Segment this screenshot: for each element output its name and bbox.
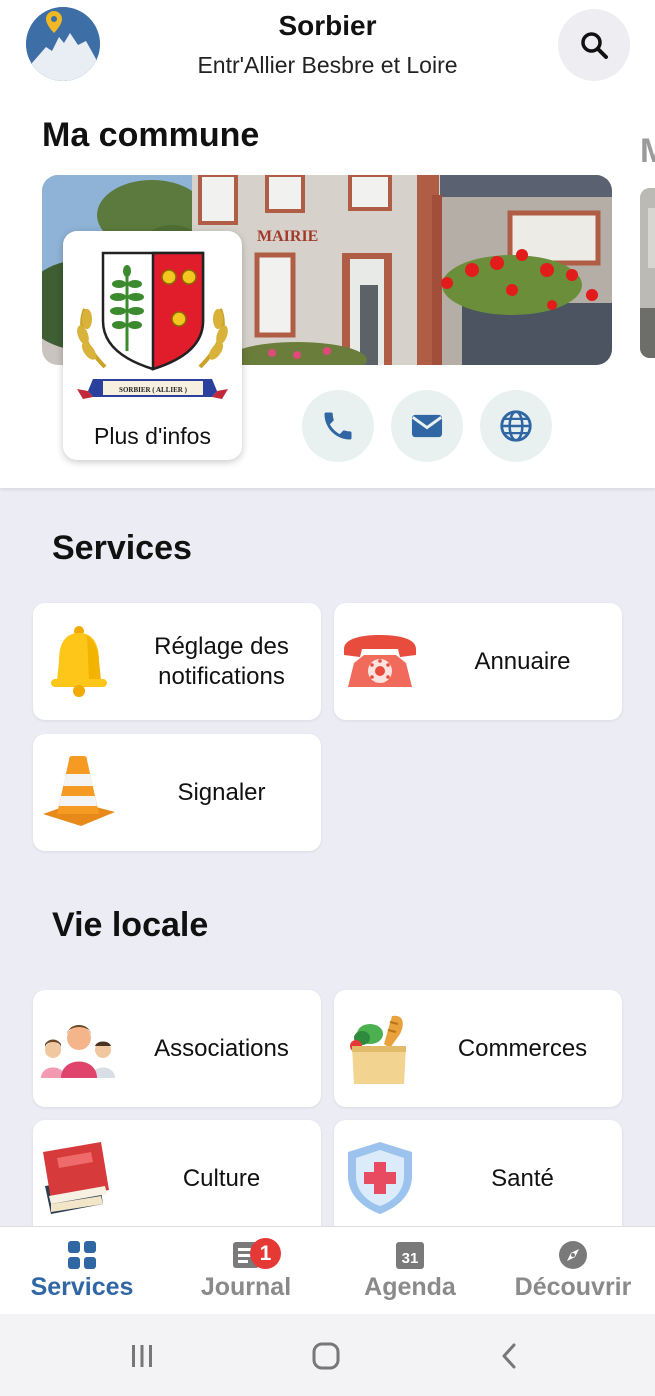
journal-unread-badge: 1 (250, 1238, 281, 1269)
grocery-bag-icon (350, 1015, 406, 1084)
recent-apps-icon (132, 1345, 152, 1367)
tile-label: Signaler (177, 778, 266, 806)
crest-motto: SORBIER ( ALLIER ) (119, 386, 188, 394)
nav-label: Agenda (364, 1273, 456, 1301)
website-button[interactable] (480, 390, 552, 462)
tile-directory[interactable]: Annuaire (334, 603, 622, 720)
recent-apps-button[interactable] (122, 1336, 162, 1376)
tile-label: Santé (491, 1164, 554, 1192)
tile-label: Commerces (457, 1034, 588, 1062)
call-button[interactable] (302, 390, 374, 462)
mairie-sign: MAIRIE (257, 228, 318, 245)
nav-label: Découvrir (514, 1273, 632, 1301)
tile-culture[interactable]: Culture (33, 1120, 321, 1237)
app-title: Sorbier (278, 10, 377, 41)
tile-label: Annuaire (474, 647, 571, 675)
grid-icon (68, 1241, 96, 1269)
tile-health[interactable]: Santé (334, 1120, 622, 1237)
nav-label: Journal (200, 1273, 292, 1301)
more-info-label: Plus d'infos (94, 423, 211, 449)
more-info-card[interactable]: SORBIER ( ALLIER ) Plus d'infos (63, 231, 242, 460)
back-button[interactable] (490, 1336, 530, 1376)
books-icon (43, 1142, 109, 1214)
section-title-services: Services (52, 529, 192, 567)
system-navigation-bar (0, 1314, 655, 1396)
search-button[interactable] (558, 9, 630, 81)
bottom-navigation: Services 1 Journal 31 Agenda Découvrir (0, 1226, 655, 1314)
tile-report[interactable]: Signaler (33, 734, 321, 851)
section-title-vie-locale: Vie locale (52, 906, 209, 944)
nav-label: Services (30, 1273, 134, 1301)
tile-label: Culture (182, 1164, 261, 1192)
tile-associations[interactable]: Associations (33, 990, 321, 1107)
coat-of-arms-image: SORBIER ( ALLIER ) (77, 251, 228, 399)
next-card-peek[interactable] (640, 188, 655, 358)
commune-header-panel: Sorbier Entr'Allier Besbre et Loire Ma c… (0, 0, 655, 488)
calendar-day: 31 (402, 1250, 419, 1267)
health-shield-icon (348, 1142, 412, 1214)
back-icon (502, 1343, 516, 1369)
search-icon (581, 32, 608, 59)
section-title-ma-commune: Ma commune (42, 116, 260, 154)
mail-icon (411, 414, 443, 438)
nav-tab-journal[interactable]: 1 Journal (164, 1227, 328, 1315)
calendar-icon: 31 (396, 1242, 424, 1269)
telephone-icon (344, 635, 416, 687)
email-button[interactable] (391, 390, 463, 462)
home-icon (312, 1342, 340, 1370)
compass-icon (559, 1241, 587, 1269)
app-subtitle: Entr'Allier Besbre et Loire (197, 52, 458, 78)
nav-tab-agenda[interactable]: 31 Agenda (328, 1227, 492, 1315)
next-section-title-peek: M (640, 132, 655, 170)
traffic-cone-icon (43, 756, 115, 826)
phone-icon (324, 412, 352, 440)
tile-label: Réglage des notifications (154, 632, 289, 690)
nav-tab-services[interactable]: Services (0, 1227, 164, 1315)
people-icon (41, 1025, 115, 1078)
nav-tab-discover[interactable]: Découvrir (491, 1227, 655, 1315)
tile-shops[interactable]: Commerces (334, 990, 622, 1107)
bell-icon (51, 626, 107, 697)
tile-label: Associations (154, 1034, 289, 1062)
globe-icon (500, 410, 532, 442)
home-button[interactable] (306, 1336, 346, 1376)
tile-notification-settings[interactable]: Réglage des notifications (33, 603, 321, 720)
